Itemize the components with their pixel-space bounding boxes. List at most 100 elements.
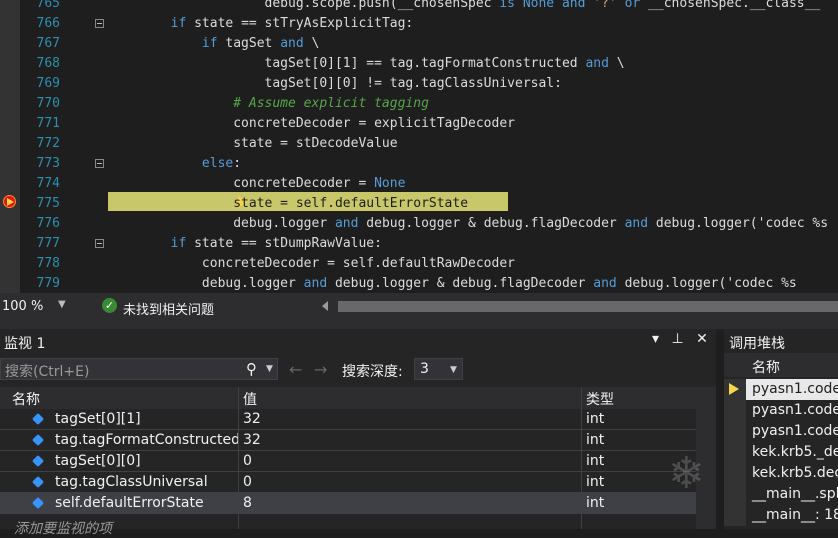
- chevron-down-icon[interactable]: ▼: [450, 365, 457, 375]
- call-stack-title[interactable]: 调用堆栈: [729, 333, 785, 353]
- variable-icon: [31, 496, 45, 510]
- watch-value[interactable]: 0: [243, 453, 252, 469]
- frame-gutter: [724, 421, 746, 442]
- code-line[interactable]: # Assume explicit tagging: [108, 94, 429, 114]
- watch-type: int: [586, 432, 605, 448]
- fold-toggle-icon[interactable]: [95, 19, 104, 28]
- column-header-name[interactable]: 名称: [752, 357, 780, 377]
- call-stack-frame[interactable]: kek.krb5.decr: [724, 463, 838, 484]
- watch-name[interactable]: self.defaultErrorState: [55, 495, 204, 511]
- watch-value[interactable]: 8: [243, 495, 252, 511]
- search-depth-select[interactable]: 3 ▼: [414, 358, 463, 380]
- call-stack-frame[interactable]: pyasn1.codec: [724, 379, 838, 400]
- panel-title-tools: ▾ ⊥ ✕: [652, 331, 708, 347]
- call-stack-frame[interactable]: kek.krb5._dec: [724, 442, 838, 463]
- code-line[interactable]: if state == stDumpRawValue:: [108, 234, 382, 254]
- call-stack-frame[interactable]: __main__: 189: [724, 505, 838, 526]
- call-stack-panel: 调用堆栈 名称 pyasn1.codec pyasn1.codec pyasn1.c…: [724, 329, 838, 529]
- panel-divider[interactable]: [0, 320, 838, 329]
- code-line[interactable]: else:: [108, 154, 241, 174]
- code-line[interactable]: concreteDecoder = explicitTagDecoder: [108, 114, 515, 134]
- pin-icon[interactable]: ⊥: [671, 331, 683, 347]
- code-line[interactable]: concreteDecoder = self.defaultRawDecoder: [108, 254, 515, 274]
- code-line[interactable]: debug.scope.push(__chosenSpec is None an…: [108, 0, 821, 14]
- column-header-type[interactable]: 类型: [586, 389, 614, 409]
- zoom-level[interactable]: 100 %: [2, 299, 43, 314]
- search-depth-value: 3: [420, 361, 429, 377]
- frame-name[interactable]: pyasn1.codec: [752, 381, 838, 397]
- code-line[interactable]: state = self.defaultErrorState: [108, 194, 468, 214]
- zoom-dropdown-icon[interactable]: ▼: [58, 299, 66, 310]
- line-number: 769: [36, 76, 60, 91]
- watch-type: int: [586, 411, 605, 427]
- frame-name[interactable]: __main__: 189: [752, 507, 838, 523]
- line-number: 772: [36, 136, 60, 151]
- line-number: 768: [36, 56, 60, 71]
- code-line[interactable]: debug.logger and debug.logger & debug.fl…: [108, 214, 828, 234]
- window-position-icon[interactable]: ▾: [652, 331, 659, 347]
- watch-name[interactable]: tag.tagFormatConstructed: [55, 432, 240, 448]
- watch-type: int: [586, 474, 605, 490]
- issues-status[interactable]: 未找到相关问题: [123, 299, 214, 318]
- watch-name[interactable]: tagSet[0][1]: [55, 411, 141, 427]
- code-line[interactable]: if state == stTryAsExplicitTag:: [108, 14, 414, 34]
- add-watch-hint[interactable]: 添加要监视的项: [14, 518, 112, 538]
- frame-name[interactable]: pyasn1.codec: [752, 423, 838, 439]
- watch-search-input[interactable]: 搜索(Ctrl+E) ⚲ ▼: [0, 358, 278, 380]
- search-depth-label: 搜索深度:: [342, 364, 403, 380]
- variable-icon: [31, 412, 45, 426]
- frame-name[interactable]: kek.krb5._dec: [752, 444, 838, 460]
- watch-row[interactable]: tagSet[0][1] 32 int: [0, 409, 696, 430]
- code-line[interactable]: concreteDecoder = None: [108, 174, 405, 194]
- frame-gutter: [724, 505, 746, 526]
- search-placeholder: 搜索(Ctrl+E): [5, 364, 90, 380]
- watch-row[interactable]: tag.tagFormatConstructed 32 int: [0, 430, 696, 451]
- watch-type: int: [586, 495, 605, 511]
- scroll-left-icon[interactable]: [322, 301, 328, 311]
- current-frame-arrow-icon: [729, 383, 739, 395]
- frame-name[interactable]: __main__.splo: [752, 486, 838, 502]
- column-divider[interactable]: [581, 387, 582, 529]
- check-icon: ✓: [102, 298, 117, 313]
- search-icon[interactable]: ⚲: [246, 360, 257, 378]
- code-line[interactable]: debug.logger and debug.logger & debug.fl…: [108, 274, 797, 293]
- frame-gutter: [724, 484, 746, 505]
- line-number: 773: [36, 156, 60, 171]
- breakpoint-icon[interactable]: [3, 195, 16, 208]
- watch-name[interactable]: tagSet[0][0]: [55, 453, 141, 469]
- watch-row[interactable]: tag.tagClassUniversal 0 int: [0, 472, 696, 493]
- fold-toggle-icon[interactable]: [95, 159, 104, 168]
- code-line[interactable]: state = stDecodeValue: [108, 134, 397, 154]
- code-editor[interactable]: 765 debug.scope.push(__chosenSpec is Non…: [0, 0, 838, 293]
- scrollbar-thumb[interactable]: [338, 301, 838, 312]
- frame-name[interactable]: pyasn1.codec: [752, 402, 838, 418]
- watch-row[interactable]: self.defaultErrorState 8 int: [0, 493, 696, 514]
- breakpoint-gutter[interactable]: [0, 0, 20, 293]
- watch-value[interactable]: 0: [243, 474, 252, 490]
- column-header-value[interactable]: 值: [243, 389, 257, 409]
- call-stack-frame[interactable]: pyasn1.codec: [724, 421, 838, 442]
- search-options-dropdown-icon[interactable]: ▼: [266, 364, 273, 374]
- horizontal-scrollbar[interactable]: [310, 301, 838, 312]
- search-previous-arrow-icon[interactable]: ←: [289, 360, 302, 379]
- code-line[interactable]: tagSet[0][1] == tag.tagFormatConstructed…: [108, 54, 625, 74]
- frame-name[interactable]: kek.krb5.decr: [752, 465, 838, 481]
- code-line[interactable]: if tagSet and \: [108, 34, 319, 54]
- watch-value[interactable]: 32: [243, 411, 261, 427]
- editor-status-bar: 100 % ▼ ✓ 未找到相关问题: [0, 293, 838, 320]
- watch-panel: 监视 1 ▾ ⊥ ✕ 搜索(Ctrl+E) ⚲ ▼ ← → 搜索深度: 3 ▼ …: [0, 329, 716, 537]
- watch-row[interactable]: tagSet[0][0] 0 int: [0, 451, 696, 472]
- column-header-name[interactable]: 名称: [12, 389, 40, 409]
- watch-name[interactable]: tag.tagClassUniversal: [55, 474, 208, 490]
- close-icon[interactable]: ✕: [696, 331, 708, 347]
- line-number: 771: [36, 116, 60, 131]
- call-stack-frame[interactable]: pyasn1.codec: [724, 400, 838, 421]
- code-line[interactable]: tagSet[0][0] != tag.tagClassUniversal:: [108, 74, 562, 94]
- call-stack-frame[interactable]: __main__.splo: [724, 484, 838, 505]
- search-next-arrow-icon[interactable]: →: [314, 360, 327, 379]
- watch-value[interactable]: 32: [243, 432, 261, 448]
- fold-toggle-icon[interactable]: [95, 239, 104, 248]
- column-divider[interactable]: [238, 387, 239, 529]
- line-number: 776: [36, 216, 60, 231]
- watch-panel-title[interactable]: 监视 1: [4, 333, 45, 353]
